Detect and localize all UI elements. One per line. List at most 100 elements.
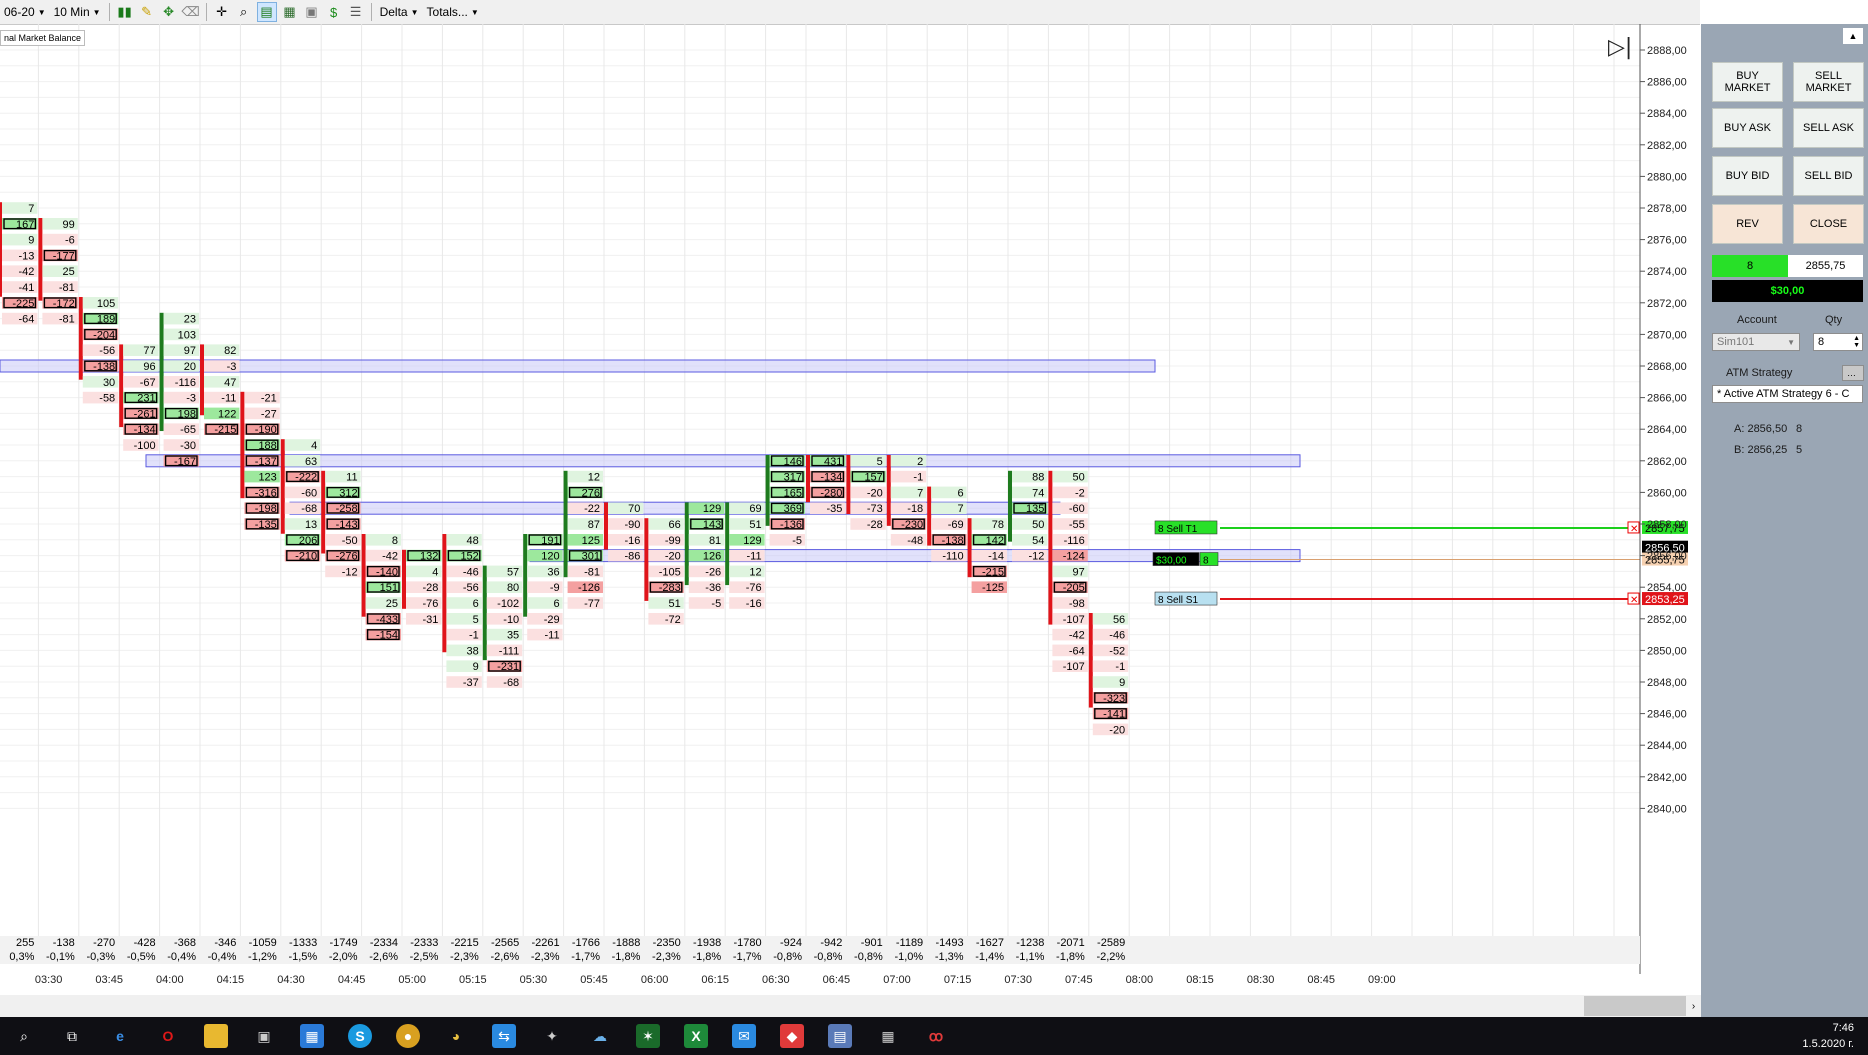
time-axis-label: 08:15 bbox=[1186, 974, 1214, 986]
chart-style-icon[interactable]: ▮▮ bbox=[116, 3, 134, 21]
footprint-value: 78 bbox=[992, 519, 1004, 531]
footprint-value: -5 bbox=[711, 598, 721, 610]
ask-price: A: 2856,50 bbox=[1734, 423, 1788, 435]
candle-bar bbox=[765, 455, 770, 526]
footprint-value: -76 bbox=[422, 598, 438, 610]
candle-bar bbox=[361, 534, 366, 617]
footprint-value: -12 bbox=[342, 566, 358, 578]
footprint-value: 157 bbox=[864, 472, 882, 484]
teamviewer-icon[interactable]: ⇆ bbox=[492, 1024, 516, 1048]
drawing-tool-icon[interactable]: ✥ bbox=[160, 3, 178, 21]
pencil-icon[interactable]: ✎ bbox=[138, 3, 156, 21]
buy-market-button[interactable]: BUY MARKET bbox=[1712, 62, 1783, 102]
properties-icon[interactable]: ☰ bbox=[347, 3, 365, 21]
eraser-icon[interactable]: ⌫ bbox=[181, 3, 199, 21]
delta-total: -428 bbox=[134, 937, 156, 949]
candle-bar bbox=[644, 518, 649, 601]
account-select[interactable]: Sim101 ▼ bbox=[1712, 333, 1800, 351]
footprint-value: -60 bbox=[1069, 503, 1085, 515]
network-icon[interactable]: ☁ bbox=[588, 1024, 612, 1048]
footprint-value: -140 bbox=[376, 566, 398, 578]
puzzle-icon[interactable]: ✦ bbox=[540, 1024, 564, 1048]
target-order-tag-text: 8 Sell T1 bbox=[1158, 524, 1198, 535]
chrome-icon[interactable]: ● bbox=[396, 1024, 420, 1048]
search-icon[interactable]: ⌕ bbox=[12, 1024, 36, 1048]
instrument-selector[interactable]: 06-20 ▼ bbox=[0, 1, 50, 23]
skype-icon[interactable]: S bbox=[348, 1024, 372, 1048]
price-axis-label: 2864,00 bbox=[1647, 424, 1687, 436]
totals-selector[interactable]: Totals... ▼ bbox=[423, 1, 483, 23]
footprint-value: 13 bbox=[305, 519, 317, 531]
crosshair-icon[interactable]: ✛ bbox=[213, 3, 231, 21]
ninjatrader-icon[interactable]: ꝏ bbox=[924, 1024, 948, 1048]
horizontal-scrollbar[interactable] bbox=[0, 995, 1701, 1017]
footprint-value: 105 bbox=[97, 298, 115, 310]
delta-total: -2565 bbox=[491, 937, 519, 949]
close-button[interactable]: CLOSE bbox=[1793, 204, 1864, 244]
mail-icon[interactable]: ✉ bbox=[732, 1024, 756, 1048]
footprint-value: 70 bbox=[628, 503, 640, 515]
scroll-right-button[interactable]: › bbox=[1686, 996, 1701, 1016]
delta-total: -942 bbox=[820, 937, 842, 949]
candle-bar bbox=[321, 470, 326, 554]
candle-bar bbox=[482, 565, 487, 661]
reverse-button[interactable]: REV bbox=[1712, 204, 1783, 244]
time-axis-label: 07:00 bbox=[883, 974, 911, 986]
calendar-icon[interactable]: ▦ bbox=[300, 1024, 324, 1048]
scrollbar-thumb[interactable] bbox=[1584, 996, 1686, 1016]
footprint-value: 189 bbox=[97, 314, 115, 326]
paint-icon[interactable]: ◕ bbox=[444, 1024, 468, 1048]
footprint-value: 4 bbox=[311, 440, 317, 452]
footprint-value: 152 bbox=[460, 551, 478, 563]
file-explorer-icon[interactable] bbox=[204, 1024, 228, 1048]
indicators-icon[interactable]: ▦ bbox=[281, 3, 299, 21]
sell-ask-button[interactable]: SELL ASK bbox=[1793, 108, 1864, 148]
footprint-value: -5 bbox=[792, 535, 802, 547]
time-axis-label: 03:45 bbox=[95, 974, 123, 986]
stock-app-icon[interactable]: ✶ bbox=[636, 1024, 660, 1048]
scroll-to-end-icon: ▷| bbox=[1608, 35, 1632, 60]
study-selector[interactable]: Delta ▼ bbox=[376, 1, 423, 23]
footprint-value: -134 bbox=[134, 424, 156, 436]
timeframe-selector[interactable]: 10 Min ▼ bbox=[50, 1, 105, 23]
footprint-value: -198 bbox=[255, 503, 277, 515]
footprint-value: -14 bbox=[988, 551, 1004, 563]
atm-strategy-select[interactable]: * Active ATM Strategy 6 - C bbox=[1712, 385, 1863, 403]
panel-scroll-up-button[interactable]: ▲ bbox=[1843, 28, 1863, 44]
footprint-value: -107 bbox=[1063, 614, 1085, 626]
zoom-icon[interactable]: ⌕ bbox=[235, 3, 253, 21]
atm-settings-button[interactable]: … bbox=[1842, 365, 1864, 381]
delta-total: -346 bbox=[214, 937, 236, 949]
price-axis-label: 2856,00 bbox=[1647, 551, 1687, 563]
excel-icon[interactable]: X bbox=[684, 1024, 708, 1048]
footprint-value: -280 bbox=[820, 487, 842, 499]
save-disk-icon[interactable]: ▤ bbox=[828, 1024, 852, 1048]
edge-browser-icon[interactable]: e bbox=[108, 1024, 132, 1048]
task-view-icon[interactable]: ⧉ bbox=[60, 1024, 84, 1048]
dollar-icon[interactable]: $ bbox=[325, 3, 343, 21]
footprint-value: 4 bbox=[432, 566, 438, 578]
store-icon[interactable]: ▣ bbox=[252, 1024, 276, 1048]
delta-percent: -1,0% bbox=[894, 951, 923, 963]
buy-ask-button[interactable]: BUY ASK bbox=[1712, 108, 1783, 148]
footprint-value: -18 bbox=[907, 503, 923, 515]
footprint-value: 5 bbox=[877, 456, 883, 468]
sell-market-button[interactable]: SELL MARKET bbox=[1793, 62, 1864, 102]
orderflow-icon[interactable]: ▤ bbox=[256, 2, 277, 22]
close-icon: ✕ bbox=[1630, 524, 1638, 535]
footprint-value: 50 bbox=[1032, 519, 1044, 531]
chart-image-icon[interactable]: ▣ bbox=[303, 3, 321, 21]
opera-browser-icon[interactable]: O bbox=[156, 1024, 180, 1048]
footprint-chart[interactable]: 71679-13-42-41-225-6499-6-17725-81-172-8… bbox=[0, 24, 1701, 995]
footprint-value: -205 bbox=[1063, 582, 1085, 594]
anydesk-icon[interactable]: ◆ bbox=[780, 1024, 804, 1048]
stepper-arrows-icon[interactable]: ▲ ▼ bbox=[1853, 335, 1860, 349]
time-axis-label: 03:30 bbox=[35, 974, 63, 986]
quantity-stepper[interactable]: 8 ▲ ▼ bbox=[1813, 333, 1863, 351]
time-axis-label: 08:00 bbox=[1126, 974, 1154, 986]
calculator-icon[interactable]: ▦ bbox=[876, 1024, 900, 1048]
sell-bid-button[interactable]: SELL BID bbox=[1793, 156, 1864, 196]
footprint-value: -42 bbox=[1069, 630, 1085, 642]
buy-bid-button[interactable]: BUY BID bbox=[1712, 156, 1783, 196]
footprint-value: -258 bbox=[336, 503, 358, 515]
